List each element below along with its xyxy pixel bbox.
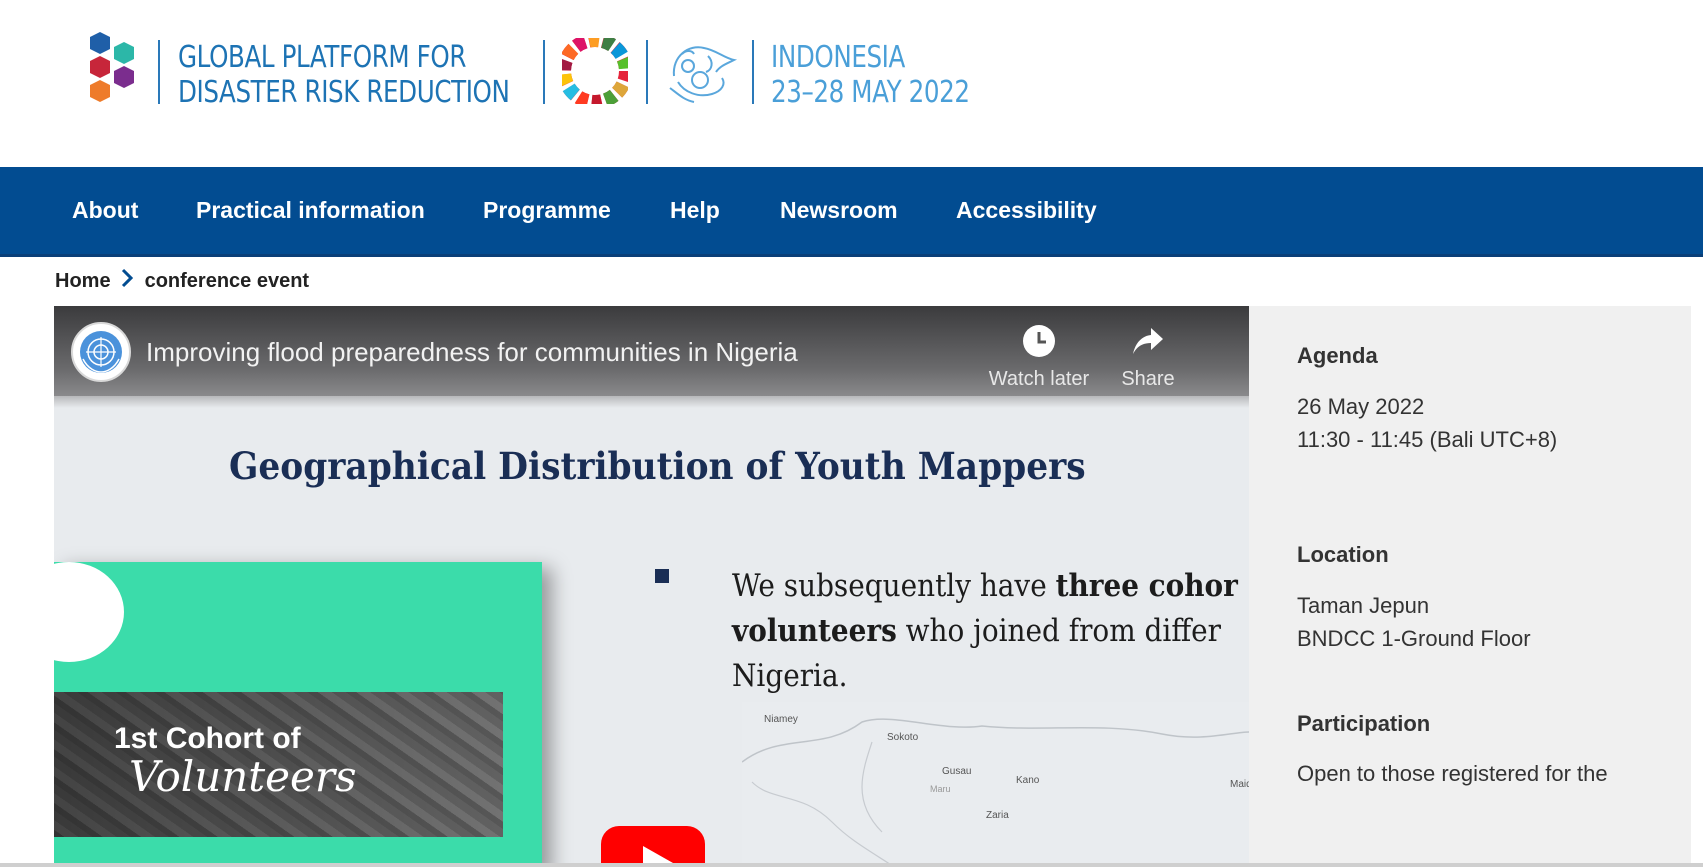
platform-title[interactable]: GLOBAL PLATFORM FOR DISASTER RISK REDUCT… — [178, 40, 510, 110]
nav-item-newsroom[interactable]: Newsroom — [780, 167, 898, 254]
map-label: Maid — [1230, 779, 1249, 790]
video-title[interactable]: Improving flood preparedness for communi… — [146, 337, 798, 368]
cohort-script: Volunteers — [129, 752, 357, 801]
participation-text: Open to those registered for the — [1297, 761, 1608, 786]
gpdrr-hexagon-logo-icon[interactable] — [86, 32, 142, 112]
map-label: Maru — [930, 784, 951, 794]
sdg-wheel-icon — [562, 38, 628, 104]
un-logo-icon[interactable] — [71, 322, 131, 382]
video-player[interactable]: 1st Cohort of Volunteers Geographical Di… — [54, 306, 1249, 867]
participation-heading: Participation — [1297, 711, 1431, 736]
platform-title-line1: GLOBAL PLATFORM FOR — [178, 40, 466, 75]
nigeria-map: Niamey Sokoto Gusau Maru Kano Zaria Maid — [741, 702, 1249, 867]
location-line2: BNDCC 1-Ground Floor — [1297, 626, 1531, 651]
chevron-right-icon — [121, 268, 133, 294]
event-title: INDONESIA 23–28 MAY 2022 — [771, 40, 970, 110]
event-dates: 23–28 MAY 2022 — [771, 75, 970, 110]
event-details-sidebar: Agenda 26 May 2022 11:30 - 11:45 (Bali U… — [1249, 306, 1691, 867]
event-location: INDONESIA — [771, 40, 905, 75]
share-arrow-icon — [1133, 328, 1163, 354]
header-divider — [158, 40, 160, 104]
header-divider — [543, 40, 545, 104]
youtube-play-button[interactable] — [601, 826, 705, 867]
share-button[interactable]: Share — [1088, 324, 1208, 391]
main-nav: About Practical information Programme He… — [0, 167, 1703, 257]
nav-item-about[interactable]: About — [72, 167, 138, 254]
agenda-date: 26 May 2022 — [1297, 394, 1425, 419]
map-label: Niamey — [764, 714, 798, 725]
page-bottom-divider — [0, 863, 1703, 867]
location-line1: Taman Jepun — [1297, 593, 1430, 618]
nav-item-practical-information[interactable]: Practical information — [196, 167, 425, 254]
agenda-heading: Agenda — [1297, 343, 1378, 368]
share-label: Share — [1121, 368, 1175, 390]
cohort-label: 1st Cohort of — [114, 722, 301, 755]
map-label: Sokoto — [887, 732, 919, 743]
watch-later-button[interactable]: Watch later — [979, 324, 1099, 391]
header-divider — [646, 40, 648, 104]
nav-item-programme[interactable]: Programme — [483, 167, 611, 254]
map-borders — [741, 718, 1249, 867]
slide-text: We subsequently have three cohor volunte… — [732, 568, 1238, 694]
slide-bullet-icon — [655, 569, 669, 583]
site-header: GLOBAL PLATFORM FOR DISASTER RISK REDUCT… — [0, 0, 1703, 167]
map-label: Gusau — [942, 766, 972, 777]
platform-title-line2: DISASTER RISK REDUCTION — [178, 75, 510, 110]
breadcrumb: Home conference event — [55, 266, 309, 296]
agenda-time: 11:30 - 11:45 (Bali UTC+8) — [1297, 427, 1558, 452]
breadcrumb-current: conference event — [144, 269, 310, 292]
map-label: Kano — [1016, 775, 1040, 786]
nav-item-help[interactable]: Help — [670, 167, 720, 254]
watch-later-label: Watch later — [988, 368, 1090, 390]
header-divider — [752, 40, 754, 104]
nav-item-accessibility[interactable]: Accessibility — [956, 167, 1097, 254]
breadcrumb-home[interactable]: Home — [55, 270, 111, 293]
clock-icon — [1023, 325, 1055, 357]
video-title-bar-shade — [54, 396, 1249, 408]
slide-title: Geographical Distribution of Youth Mappe… — [229, 444, 1086, 488]
location-heading: Location — [1297, 542, 1389, 567]
garuda-emblem-icon — [669, 46, 738, 103]
map-label: Zaria — [986, 810, 1009, 821]
